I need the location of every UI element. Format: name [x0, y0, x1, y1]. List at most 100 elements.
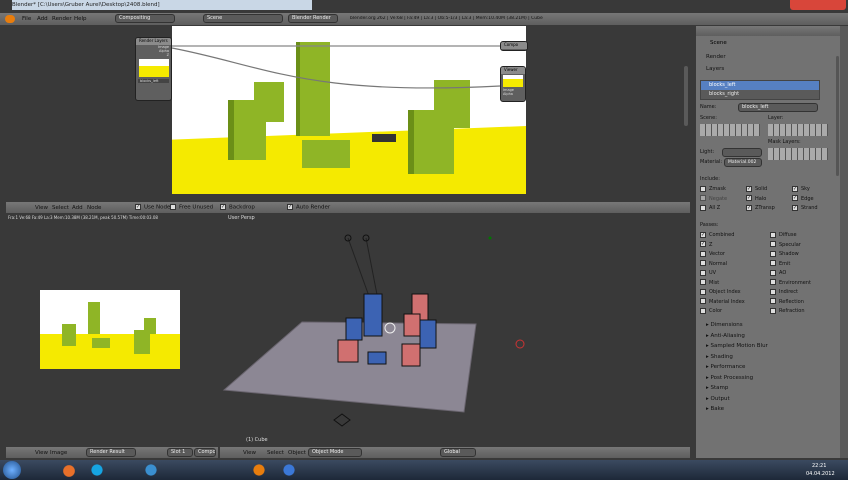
render-engine-select[interactable]: Blender Render — [288, 14, 338, 23]
stats-info: blender.org 262 | Ve:68 | Fa:49 | La:3 |… — [350, 16, 543, 21]
pass-specular[interactable]: Specular — [770, 241, 836, 251]
panel-shading[interactable]: ▸ Shading — [700, 352, 836, 363]
properties-editor[interactable]: Scene Render Layers blocks_left blocks_r… — [696, 26, 840, 458]
pass-object-index[interactable]: Object Index — [700, 288, 766, 298]
taskbar-firefox-icon[interactable] — [58, 460, 80, 480]
panel-post-processing[interactable]: ▸ Post Processing — [700, 373, 836, 384]
node-menu-add[interactable]: Add — [72, 205, 83, 211]
render-panel-header[interactable]: Render — [700, 52, 836, 63]
menu-add[interactable]: Add — [37, 16, 48, 22]
include-ztransp[interactable]: ✓ ZTransp — [746, 204, 790, 214]
pass-normal[interactable]: Normal — [700, 260, 766, 270]
backdrop-checkbox[interactable]: ✓ Backdrop — [220, 204, 255, 211]
render-layers-node[interactable]: Render Layers Image Alpha Z blocks_left — [135, 37, 172, 101]
viewport-menu-select[interactable]: Select — [267, 450, 284, 456]
window-controls[interactable] — [790, 0, 846, 10]
pass-vector[interactable]: Vector — [700, 250, 766, 260]
layers-panel-header[interactable]: Layers — [700, 64, 836, 75]
pass-uv[interactable]: UV — [700, 269, 766, 279]
screen-layout-select[interactable]: Compositing — [115, 14, 175, 23]
composite-node[interactable]: Compo — [500, 41, 528, 51]
viewer-node[interactable]: Viewer Image Alpha — [500, 66, 526, 102]
pass-ao[interactable]: AO — [770, 269, 836, 279]
scene-select[interactable]: Scene — [203, 14, 283, 23]
image-menu-view[interactable]: View — [35, 450, 48, 456]
include-halo[interactable]: ✓ Halo — [746, 195, 790, 205]
free-unused-checkbox[interactable]: Free Unused — [170, 204, 213, 211]
menu-file[interactable]: File — [22, 16, 31, 22]
node-menu-view[interactable]: View — [35, 205, 48, 211]
light-field[interactable] — [722, 148, 762, 157]
include-edge[interactable]: ✓ Edge — [792, 195, 836, 205]
panel-performance[interactable]: ▸ Performance — [700, 362, 836, 373]
layer-item-blocks-right[interactable]: blocks_right — [701, 90, 819, 99]
pass-select[interactable]: Compos — [194, 448, 216, 457]
panel-sampled-motion-blur[interactable]: ▸ Sampled Motion Blur — [700, 341, 836, 352]
pass-mist[interactable]: Mist — [700, 279, 766, 289]
checkbox-icon — [770, 307, 776, 314]
taskbar-media-icon[interactable] — [140, 460, 162, 480]
clock-date[interactable]: 04.04.2012 — [806, 471, 835, 477]
pass-refraction[interactable]: Refraction — [770, 307, 836, 317]
taskbar-browser-icon[interactable] — [278, 460, 300, 480]
use-nodes-checkbox[interactable]: ✓ Use Nodes — [135, 204, 173, 211]
include-strand[interactable]: ✓ Strand — [792, 204, 836, 214]
include-negate[interactable]: Negate — [700, 195, 742, 205]
pass-z[interactable]: ✓ Z — [700, 241, 766, 251]
pass-material-index[interactable]: Material Index — [700, 298, 766, 308]
panel-stamp[interactable]: ▸ Stamp — [700, 383, 836, 394]
layer-buttons[interactable] — [768, 124, 828, 136]
image-editor[interactable]: Fra:1 Ve:68 Fa:49 La:3 Mem:10.38M (38.21… — [6, 214, 218, 446]
pass-environment[interactable]: Environment — [770, 279, 836, 289]
start-button-icon[interactable] — [3, 461, 21, 479]
slot-select[interactable]: Slot 1 — [167, 448, 193, 457]
viewport-menu-object[interactable]: Object — [288, 450, 306, 456]
include-all-z[interactable]: All Z — [700, 204, 742, 214]
menu-render[interactable]: Render — [52, 16, 72, 22]
clock-time[interactable]: 22:21 — [812, 463, 826, 469]
pass-indirect[interactable]: Indirect — [770, 288, 836, 298]
properties-scrollbar[interactable] — [836, 56, 839, 176]
include-halo-label: Halo — [755, 195, 767, 202]
layers-list[interactable]: blocks_left blocks_right — [700, 80, 820, 100]
orientation-select[interactable]: Global — [440, 448, 476, 457]
node-layer-select[interactable]: blocks_left — [138, 79, 169, 83]
pass-shadow[interactable]: Shadow — [770, 250, 836, 260]
menu-help[interactable]: Help — [74, 16, 87, 22]
blender-logo-icon[interactable] — [5, 15, 15, 23]
mode-select[interactable]: Object Mode — [308, 448, 362, 457]
include-solid[interactable]: ✓ Solid — [746, 185, 790, 195]
pass-color[interactable]: Color — [700, 307, 766, 317]
pass-emit[interactable]: Emit — [770, 260, 836, 270]
render-layers-node-title: Render Layers — [136, 38, 171, 45]
include-zmask[interactable]: Zmask — [700, 185, 742, 195]
material-field[interactable]: Material.002 — [724, 158, 762, 167]
panel-output[interactable]: ▸ Output — [700, 394, 836, 405]
layer-item-blocks-left[interactable]: blocks_left — [701, 81, 819, 90]
node-menu-select[interactable]: Select — [52, 205, 69, 211]
pass-diffuse[interactable]: Diffuse — [770, 231, 836, 241]
node-editor[interactable]: Render Layers Image Alpha Z blocks_left … — [6, 26, 690, 202]
include-sky[interactable]: ✓ Sky — [792, 185, 836, 195]
material-label: Material: — [700, 159, 722, 165]
auto-render-checkbox[interactable]: ✓ Auto Render — [287, 204, 330, 211]
pass-reflection[interactable]: Reflection — [770, 298, 836, 308]
pass-combined[interactable]: ✓ Combined — [700, 231, 766, 241]
checkbox-icon — [770, 298, 776, 304]
3d-viewport[interactable]: User Persp (1) Cube — [220, 214, 690, 446]
panel-dimensions[interactable]: ▸ Dimensions — [700, 320, 836, 331]
mask-layer-buttons[interactable] — [768, 148, 828, 160]
taskbar-blender-icon[interactable] — [248, 460, 270, 480]
scene-layer-buttons[interactable] — [700, 124, 760, 136]
panel-bake[interactable]: ▸ Bake — [700, 404, 836, 415]
include-edge-label: Edge — [801, 195, 814, 202]
taskbar-skype-icon[interactable] — [86, 460, 108, 480]
layer-name-field[interactable]: blocks_left — [738, 103, 818, 112]
image-menu-image[interactable]: Image — [50, 450, 67, 456]
viewport-menu-view[interactable]: View — [243, 450, 256, 456]
node-editor-scrollbar[interactable] — [684, 66, 688, 126]
image-select[interactable]: Render Result — [86, 448, 136, 457]
panel-anti-aliasing[interactable]: ▸ Anti-Aliasing — [700, 331, 836, 342]
pass-specular-label: Specular — [779, 241, 801, 248]
node-menu-node[interactable]: Node — [87, 205, 101, 211]
